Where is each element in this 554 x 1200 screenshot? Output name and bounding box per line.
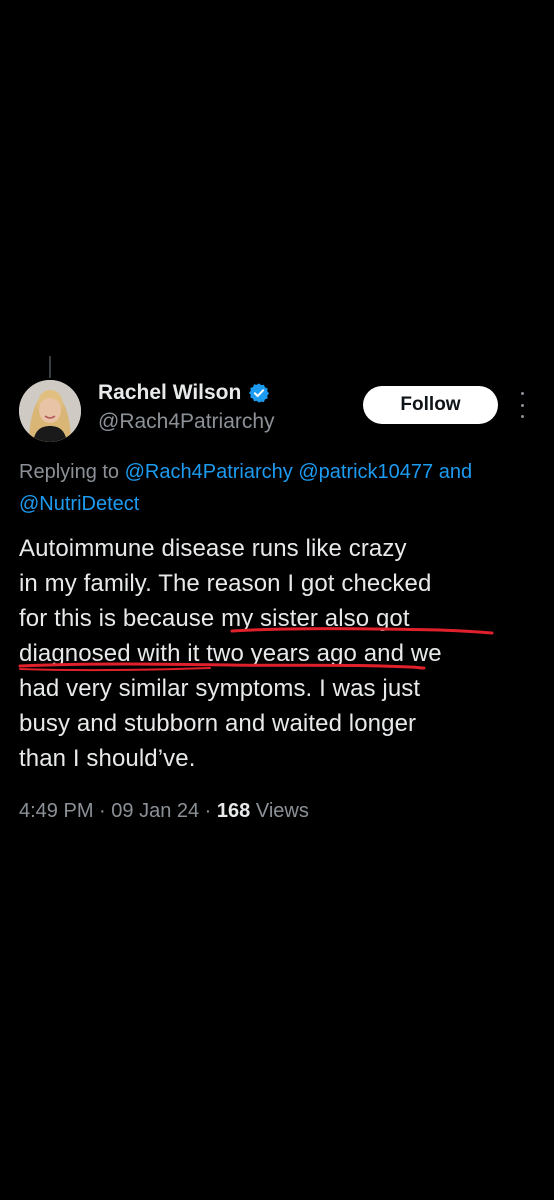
tweet-text-line: diagnosed with it two years ago and we [19, 640, 442, 667]
tweet-metadata: 4:49 PM · 09 Jan 24 · 168 Views [19, 800, 309, 823]
author-name-row: Rachel Wilson [98, 381, 270, 405]
views-count[interactable]: 168 [217, 800, 250, 822]
verified-badge-icon [248, 382, 270, 404]
tweet-text-line: than I should’ve. [19, 745, 196, 772]
more-vertical-icon[interactable] [512, 392, 532, 418]
author-handle[interactable]: @Rach4Patriarchy [98, 410, 275, 434]
mention-link[interactable]: @Rach4Patriarchy [125, 461, 293, 483]
tweet-date[interactable]: 09 Jan 24 [111, 800, 199, 822]
avatar[interactable] [19, 380, 81, 442]
meta-separator: · [199, 800, 217, 822]
follow-button[interactable]: Follow [363, 386, 498, 424]
mention-link[interactable]: @NutriDetect [19, 493, 139, 515]
tweet-text: Autoimmune disease runs like crazy in my… [19, 531, 539, 776]
tweet-text-line: in my family. The reason I got checked [19, 570, 432, 597]
author-display-name[interactable]: Rachel Wilson [98, 381, 241, 405]
replying-conjunction: and [438, 461, 473, 483]
tweet-time[interactable]: 4:49 PM [19, 800, 93, 822]
meta-separator: · [93, 800, 112, 822]
replying-prefix: Replying to [19, 461, 125, 483]
views-label: Views [255, 800, 309, 822]
tweet-text-line: Autoimmune disease runs like crazy [19, 535, 407, 562]
replying-to: Replying to @Rach4Patriarchy @patrick104… [19, 456, 549, 520]
tweet-text-line: for this is because my sister also got [19, 605, 410, 632]
tweet-text-line: had very similar symptoms. I was just [19, 675, 421, 702]
thread-connector-line [49, 356, 51, 378]
tweet-text-line: busy and stubborn and waited longer [19, 710, 417, 737]
mention-link[interactable]: @patrick10477 [298, 461, 433, 483]
avatar-photo [19, 380, 81, 442]
